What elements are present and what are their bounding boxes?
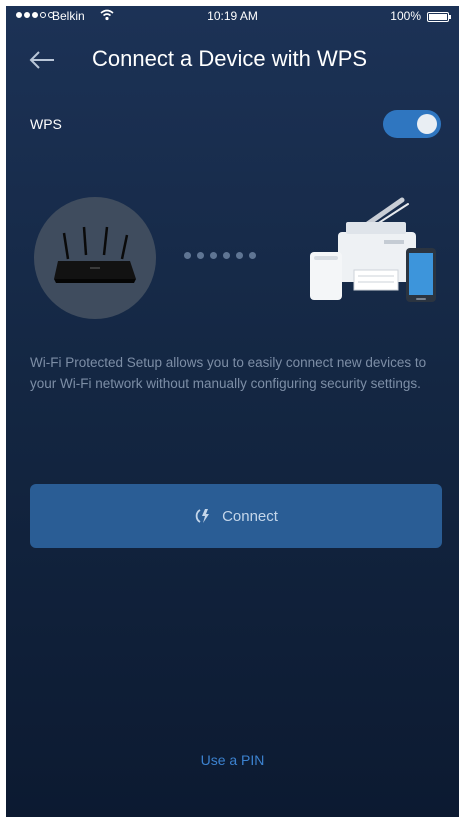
router-illustration [34,197,156,319]
app-screen: Belkin 10:19 AM 100% Connect a Device wi… [6,6,459,817]
wps-icon [195,509,210,523]
status-bar: Belkin 10:19 AM 100% [6,6,459,28]
back-arrow-icon[interactable] [28,46,56,74]
devices-icon [310,197,436,302]
connect-button-label: Connect [222,507,278,525]
wps-label: WPS [30,116,62,132]
page-title: Connect a Device with WPS [92,46,368,71]
router-icon [54,226,136,283]
connection-dots [184,252,256,259]
connect-button[interactable]: Connect [30,484,442,548]
wps-toggle[interactable] [383,110,441,138]
wps-description: Wi-Fi Protected Setup allows you to easi… [30,355,427,391]
battery-icon [427,12,451,22]
use-pin-link[interactable]: Use a PIN [6,752,459,768]
toggle-knob [417,114,437,134]
battery-percentage: 100% [390,9,421,23]
